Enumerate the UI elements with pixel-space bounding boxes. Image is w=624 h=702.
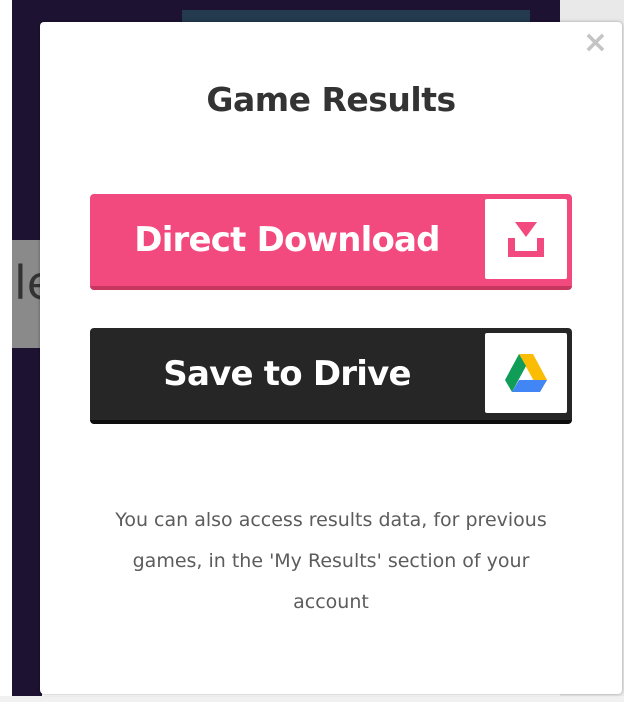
background-peek-text: le: [14, 256, 42, 310]
direct-download-button[interactable]: Direct Download: [90, 194, 572, 290]
background-bottom: [0, 696, 624, 702]
results-info-text: You can also access results data, for pr…: [115, 509, 547, 613]
save-to-drive-label: Save to Drive: [163, 354, 411, 394]
game-results-modal: × Game Results Direct Download Save to D…: [40, 22, 622, 694]
save-to-drive-button[interactable]: Save to Drive: [90, 328, 572, 424]
close-icon[interactable]: ×: [583, 28, 608, 58]
background-left-strip: [12, 0, 42, 702]
modal-title: Game Results: [206, 80, 456, 119]
background-gray-block: le: [12, 240, 42, 348]
direct-download-label: Direct Download: [134, 220, 440, 260]
download-icon: [485, 199, 567, 279]
google-drive-icon: [485, 333, 567, 413]
